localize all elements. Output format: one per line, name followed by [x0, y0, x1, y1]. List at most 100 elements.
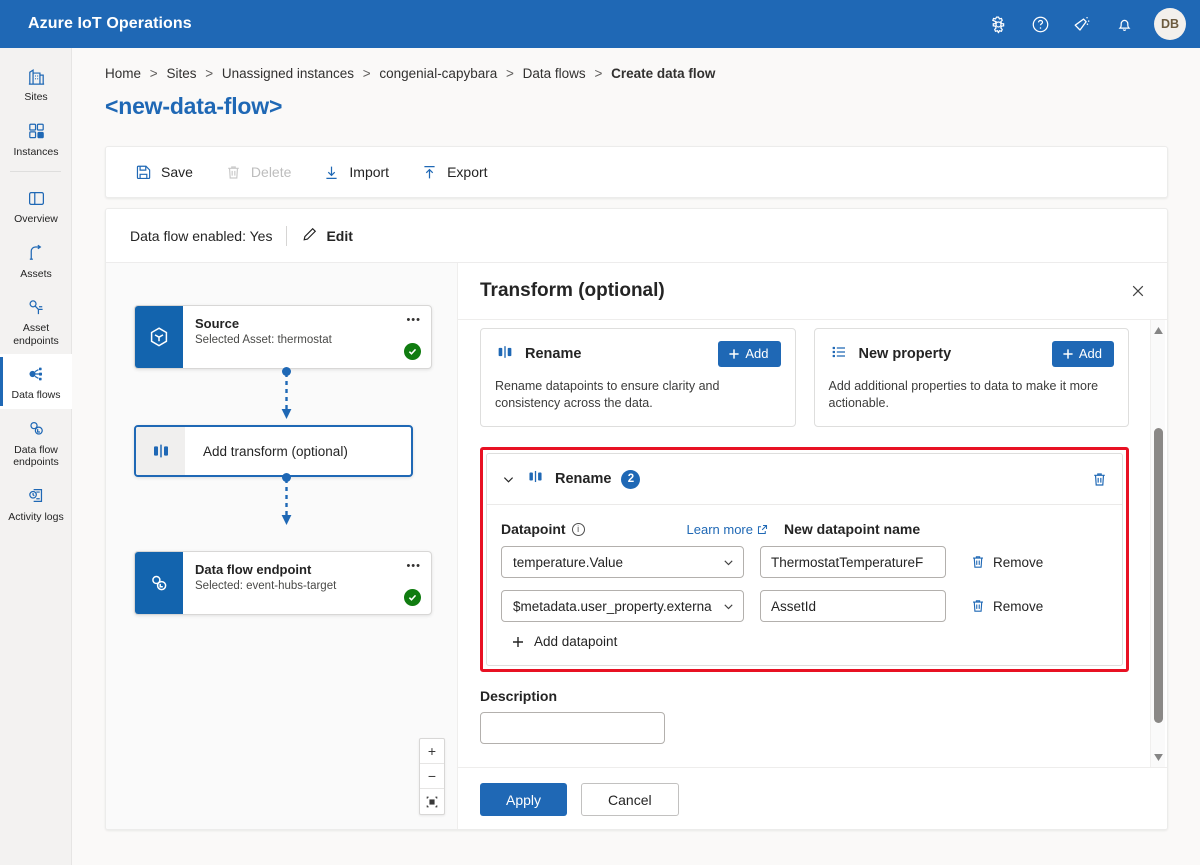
scroll-down-icon[interactable]: [1151, 749, 1166, 765]
data-flows-icon: [25, 363, 47, 385]
new-property-option-card[interactable]: New property Add Add additional properti…: [813, 328, 1129, 427]
new-property-add-button[interactable]: Add: [1051, 341, 1114, 367]
help-icon[interactable]: [1020, 4, 1060, 44]
app-header: Azure IoT Operations DB: [0, 0, 1200, 48]
chevron-down-icon[interactable]: [501, 472, 516, 487]
sidebar-item-label: Data flows: [11, 389, 61, 401]
cancel-button[interactable]: Cancel: [581, 783, 679, 816]
plus-icon: [729, 348, 739, 359]
breadcrumb-item-home[interactable]: Home: [105, 66, 141, 81]
sidebar-item-asset-endpoints[interactable]: Asset endpoints: [0, 287, 72, 354]
breadcrumb-item-sites[interactable]: Sites: [166, 66, 196, 81]
add-datapoint-label: Add datapoint: [534, 634, 618, 649]
notifications-icon[interactable]: [1104, 4, 1144, 44]
source-node-status-icon: [404, 343, 421, 360]
breadcrumb-separator: >: [506, 66, 514, 81]
app-title: Azure IoT Operations: [28, 15, 192, 32]
data-flow-canvas[interactable]: Source Selected Asset: thermostat ••• Ad…: [106, 263, 458, 829]
datapoint-label-group: Datapoint i Learn more: [501, 521, 768, 537]
sidebar-item-label: Overview: [14, 213, 58, 225]
remove-datapoint-button[interactable]: Remove: [970, 554, 1043, 570]
breadcrumb-item-unassigned-instances[interactable]: Unassigned instances: [222, 66, 354, 81]
transform-icon: [136, 427, 185, 475]
new-datapoint-name-input[interactable]: [760, 546, 946, 578]
sidebar-item-label: Asset endpoints: [13, 322, 59, 347]
panel-scrollbar[interactable]: [1150, 320, 1165, 767]
save-icon: [135, 164, 152, 181]
breadcrumb: Home > Sites > Unassigned instances > co…: [72, 48, 1200, 81]
new-datapoint-name-input[interactable]: [760, 590, 946, 622]
rename-delete-icon[interactable]: [1091, 471, 1108, 488]
sidebar-item-label: Activity logs: [8, 510, 64, 523]
data-flow-endpoints-icon: [26, 418, 47, 440]
sidebar-item-label: Data flow endpoints: [13, 443, 59, 469]
new-property-card-description: Add additional properties to data to mak…: [828, 379, 1099, 410]
cube-icon: [135, 306, 183, 368]
description-input[interactable]: [480, 712, 665, 744]
datapoint-dropdown[interactable]: $metadata.user_property.externa: [501, 590, 744, 622]
import-icon: [323, 164, 340, 181]
trash-icon: [970, 598, 986, 614]
fit-to-view-button[interactable]: [420, 789, 444, 814]
sidebar-item-instances[interactable]: Instances: [0, 111, 72, 166]
add-datapoint-button[interactable]: Add datapoint: [511, 634, 1108, 649]
data-flow-enabled-row: Data flow enabled: Yes Edit: [106, 209, 1167, 263]
destination-node-menu-icon[interactable]: •••: [406, 560, 421, 572]
breadcrumb-separator: >: [362, 66, 371, 81]
datapoint-dropdown[interactable]: temperature.Value: [501, 546, 744, 578]
feedback-icon[interactable]: [1062, 4, 1102, 44]
rename-card-title: Rename: [525, 346, 582, 362]
apply-button[interactable]: Apply: [480, 783, 568, 816]
sidebar-item-assets[interactable]: Assets: [0, 233, 72, 288]
breadcrumb-item-instance[interactable]: congenial-capybara: [379, 66, 497, 81]
zoom-out-button[interactable]: −: [420, 764, 444, 789]
import-button[interactable]: Import: [310, 157, 402, 188]
transform-panel-title: Transform (optional): [480, 280, 665, 301]
remove-label: Remove: [993, 598, 1044, 614]
datapoint-dropdown-value: $metadata.user_property.externa: [513, 598, 712, 614]
close-icon[interactable]: [1123, 276, 1153, 306]
scrollbar-thumb[interactable]: [1154, 428, 1163, 723]
transform-panel-content: other manipulations. included.: [480, 320, 1129, 744]
sidebar-item-data-flows[interactable]: Data flows: [0, 354, 72, 409]
rename-card-header: Rename Add: [495, 341, 781, 367]
sidebar-item-activity-logs[interactable]: Activity logs: [0, 476, 72, 531]
sidebar-item-label: Assets: [20, 267, 52, 280]
rename-section: Rename 2 Datapoint i Learn more New data…: [486, 453, 1123, 666]
sidebar-item-overview[interactable]: Overview: [0, 178, 72, 233]
breadcrumb-item-data-flows[interactable]: Data flows: [523, 66, 586, 81]
sidebar-item-sites[interactable]: Sites: [0, 56, 72, 111]
chevron-down-icon: [724, 559, 733, 565]
new-property-card-title: New property: [858, 346, 952, 362]
rename-section-header[interactable]: Rename 2: [487, 454, 1122, 505]
data-flow-editor: Data flow enabled: Yes Edit Source Selec…: [105, 208, 1168, 830]
datapoint-dropdown-value: temperature.Value: [513, 554, 624, 570]
rename-column-labels: Datapoint i Learn more New datapoint nam…: [501, 521, 1108, 537]
row-divider: [286, 225, 288, 246]
destination-node-status-icon: [404, 589, 421, 606]
transform-node[interactable]: Add transform (optional): [134, 425, 413, 477]
learn-more-link[interactable]: Learn more: [687, 522, 768, 537]
settings-icon[interactable]: [978, 4, 1018, 44]
save-button[interactable]: Save: [122, 157, 206, 188]
rename-option-card[interactable]: Rename Add Rename datapoints to ensure c…: [480, 328, 796, 427]
info-icon[interactable]: i: [571, 522, 585, 536]
source-node-menu-icon[interactable]: •••: [406, 314, 421, 326]
export-button[interactable]: Export: [408, 157, 500, 188]
scroll-up-icon[interactable]: [1151, 322, 1166, 338]
delete-button: Delete: [212, 157, 304, 188]
rename-icon: [495, 342, 515, 367]
zoom-in-button[interactable]: +: [420, 739, 444, 764]
remove-datapoint-button[interactable]: Remove: [970, 598, 1043, 614]
source-node[interactable]: Source Selected Asset: thermostat •••: [134, 305, 432, 369]
export-icon: [421, 164, 438, 181]
description-label: Description: [480, 688, 558, 704]
avatar[interactable]: DB: [1154, 8, 1186, 40]
new-property-add-label: Add: [1078, 346, 1102, 361]
save-label: Save: [161, 164, 193, 180]
rename-add-button[interactable]: Add: [718, 341, 781, 367]
edit-button[interactable]: Edit: [301, 226, 353, 246]
sidebar-item-data-flow-endpoints[interactable]: Data flow endpoints: [0, 409, 72, 476]
transform-panel-scroll-area[interactable]: other manipulations. included.: [458, 320, 1167, 767]
destination-node[interactable]: Data flow endpoint Selected: event-hubs-…: [134, 551, 432, 615]
